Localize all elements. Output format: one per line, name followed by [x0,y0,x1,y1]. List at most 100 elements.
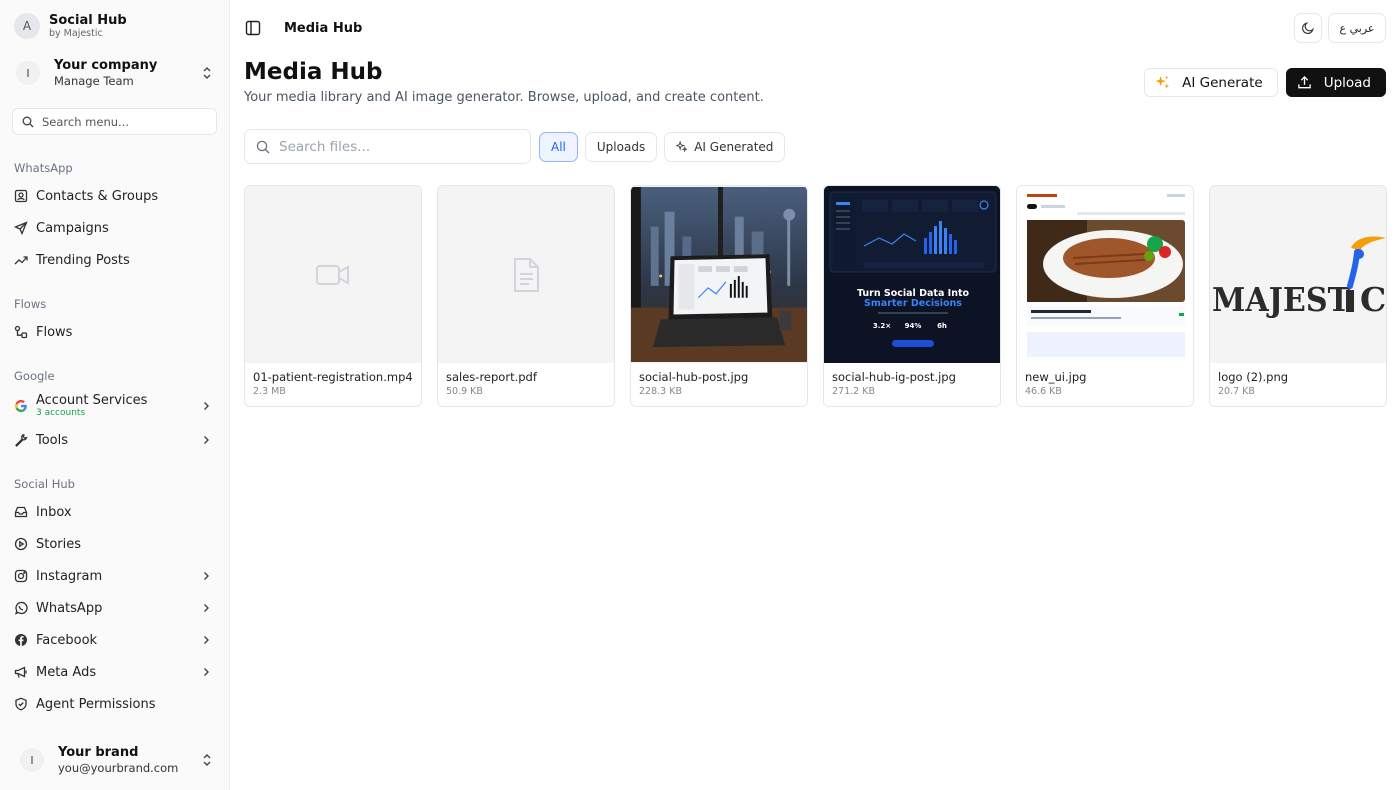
brand-subtitle: by Majestic [49,27,103,39]
sidebar-item-stories[interactable]: Stories [12,528,217,560]
brand-avatar: I [20,748,44,772]
ai-generate-label: AI Generate [1182,74,1263,91]
menu-search[interactable] [12,108,217,135]
menu-search-input[interactable] [42,114,202,129]
team-switcher[interactable]: I Your company Manage Team [12,52,217,94]
sparkles-icon [676,141,688,152]
media-thumbnail [245,186,421,363]
filter-tab-ai-generated[interactable]: AI Generated [664,131,786,162]
sidebar-item-label: Instagram [36,568,103,584]
brand-name: Your brand [58,744,139,760]
whatsapp-icon [14,601,28,615]
megaphone-icon [14,665,28,679]
contacts-icon [14,189,28,203]
filter-bar: All Uploads AI Generated [244,129,786,164]
sidebar-item-trending-posts[interactable]: Trending Posts [12,244,217,276]
sidebar-item-label: Contacts & Groups [36,188,159,204]
chevron-right-icon [204,402,209,410]
document-file-icon [514,257,539,292]
theme-toggle-button[interactable] [1294,13,1322,43]
sidebar-item-label: Flows [36,324,73,340]
sidebar-item-label: Trending Posts [36,252,130,268]
chevrons-up-down-icon [203,754,211,766]
media-thumbnail: MAJEST C [1210,186,1386,363]
main-content: Media Hub عربي ع Media Hub Your media li… [230,0,1400,790]
tablet-photo-image [631,186,807,363]
brand-email: you@yourbrand.com [58,760,179,775]
dashboard-promo-image: Turn Social Data Into Smarter Decisions … [824,186,1000,363]
video-file-icon [316,264,349,285]
breadcrumb: Media Hub [284,20,363,36]
media-card[interactable]: 01-patient-registration.mp4 2.3 MB [244,185,422,407]
inbox-icon [14,505,28,519]
app-root: A Social Hub by Majestic I Your company … [0,0,1400,790]
sparkles-icon [1155,75,1170,89]
file-name: new_ui.jpg [1025,370,1087,384]
file-search[interactable] [244,129,531,164]
upload-button[interactable]: Upload [1285,68,1386,97]
instagram-icon [14,569,28,583]
team-subtitle: Manage Team [54,73,134,88]
chevron-right-icon [204,572,209,580]
file-size: 2.3 MB [253,386,286,397]
brand: A Social Hub by Majestic [12,0,217,52]
sidebar-item-facebook[interactable]: Facebook [12,624,217,656]
filter-tab-uploads[interactable]: Uploads [584,131,658,162]
ai-generate-button[interactable]: AI Generate [1144,68,1278,97]
media-thumbnail [438,186,614,363]
sidebar-item-tools[interactable]: Tools [12,424,217,456]
search-icon [256,140,270,153]
media-card[interactable]: new_ui.jpg 46.6 KB [1016,185,1194,407]
media-thumbnail: Turn Social Data Into Smarter Decisions … [824,186,1000,363]
section-label-flows: Flows [14,297,47,311]
sidebar-item-inbox[interactable]: Inbox [12,496,217,528]
sidebar-item-agent-permissions[interactable]: Agent Permissions [12,688,217,720]
media-card[interactable]: sales-report.pdf 50.9 KB [437,185,615,407]
sidebar-toggle-icon[interactable] [244,19,262,37]
section-label-whatsapp: WhatsApp [14,161,73,175]
restaurant-ui-image [1017,186,1193,363]
media-thumbnail [631,186,807,363]
search-icon [22,116,34,127]
sidebar: A Social Hub by Majestic I Your company … [0,0,230,790]
media-card[interactable]: social-hub-post.jpg 228.3 KB [630,185,808,407]
promo-stat: 3.2× [873,322,891,330]
sidebar-item-label: WhatsApp [36,600,103,616]
account-count: 3 accounts [36,408,86,418]
sidebar-item-flows[interactable]: Flows [12,316,217,348]
google-icon [14,399,28,413]
team-avatar: I [16,61,40,85]
sidebar-item-campaigns[interactable]: Campaigns [12,212,217,244]
file-name: social-hub-ig-post.jpg [832,370,956,384]
language-toggle-button[interactable]: عربي ع [1328,13,1386,43]
sidebar-item-account-services[interactable]: Account Services 3 accounts [12,388,217,424]
file-size: 46.6 KB [1025,386,1062,397]
workflow-icon [14,325,28,339]
file-search-input[interactable] [279,138,519,155]
sidebar-item-label: Tools [36,432,69,448]
topbar: Media Hub [230,0,1400,56]
brand-avatar: A [14,13,40,39]
sidebar-item-label: Stories [36,536,82,552]
file-name: sales-report.pdf [446,370,537,384]
media-card[interactable]: Turn Social Data Into Smarter Decisions … [823,185,1001,407]
file-name: social-hub-post.jpg [639,370,749,384]
media-thumbnail [1017,186,1193,363]
sidebar-item-instagram[interactable]: Instagram [12,560,217,592]
media-card[interactable]: MAJEST C logo (2).png 20.7 KB [1209,185,1387,407]
sidebar-item-whatsapp[interactable]: WhatsApp [12,592,217,624]
brand-switcher[interactable]: I Your brand you@yourbrand.com [12,740,217,780]
promo-stat: 94% [905,322,922,330]
media-grid: 01-patient-registration.mp4 2.3 MB sales… [244,185,1387,407]
sidebar-item-label: Facebook [36,632,98,648]
sidebar-item-label: Campaigns [36,220,109,236]
page-header: Media Hub Your media library and AI imag… [244,58,1386,118]
trending-up-icon [14,253,28,267]
upload-label: Upload [1323,74,1371,91]
sidebar-item-meta-ads[interactable]: Meta Ads [12,656,217,688]
sidebar-item-label: Agent Permissions [36,696,156,712]
filter-tab-all[interactable]: All [539,131,578,162]
team-title: Your company [54,57,158,73]
account-services-label: Account Services [36,393,148,408]
sidebar-item-contacts-groups[interactable]: Contacts & Groups [12,180,217,212]
